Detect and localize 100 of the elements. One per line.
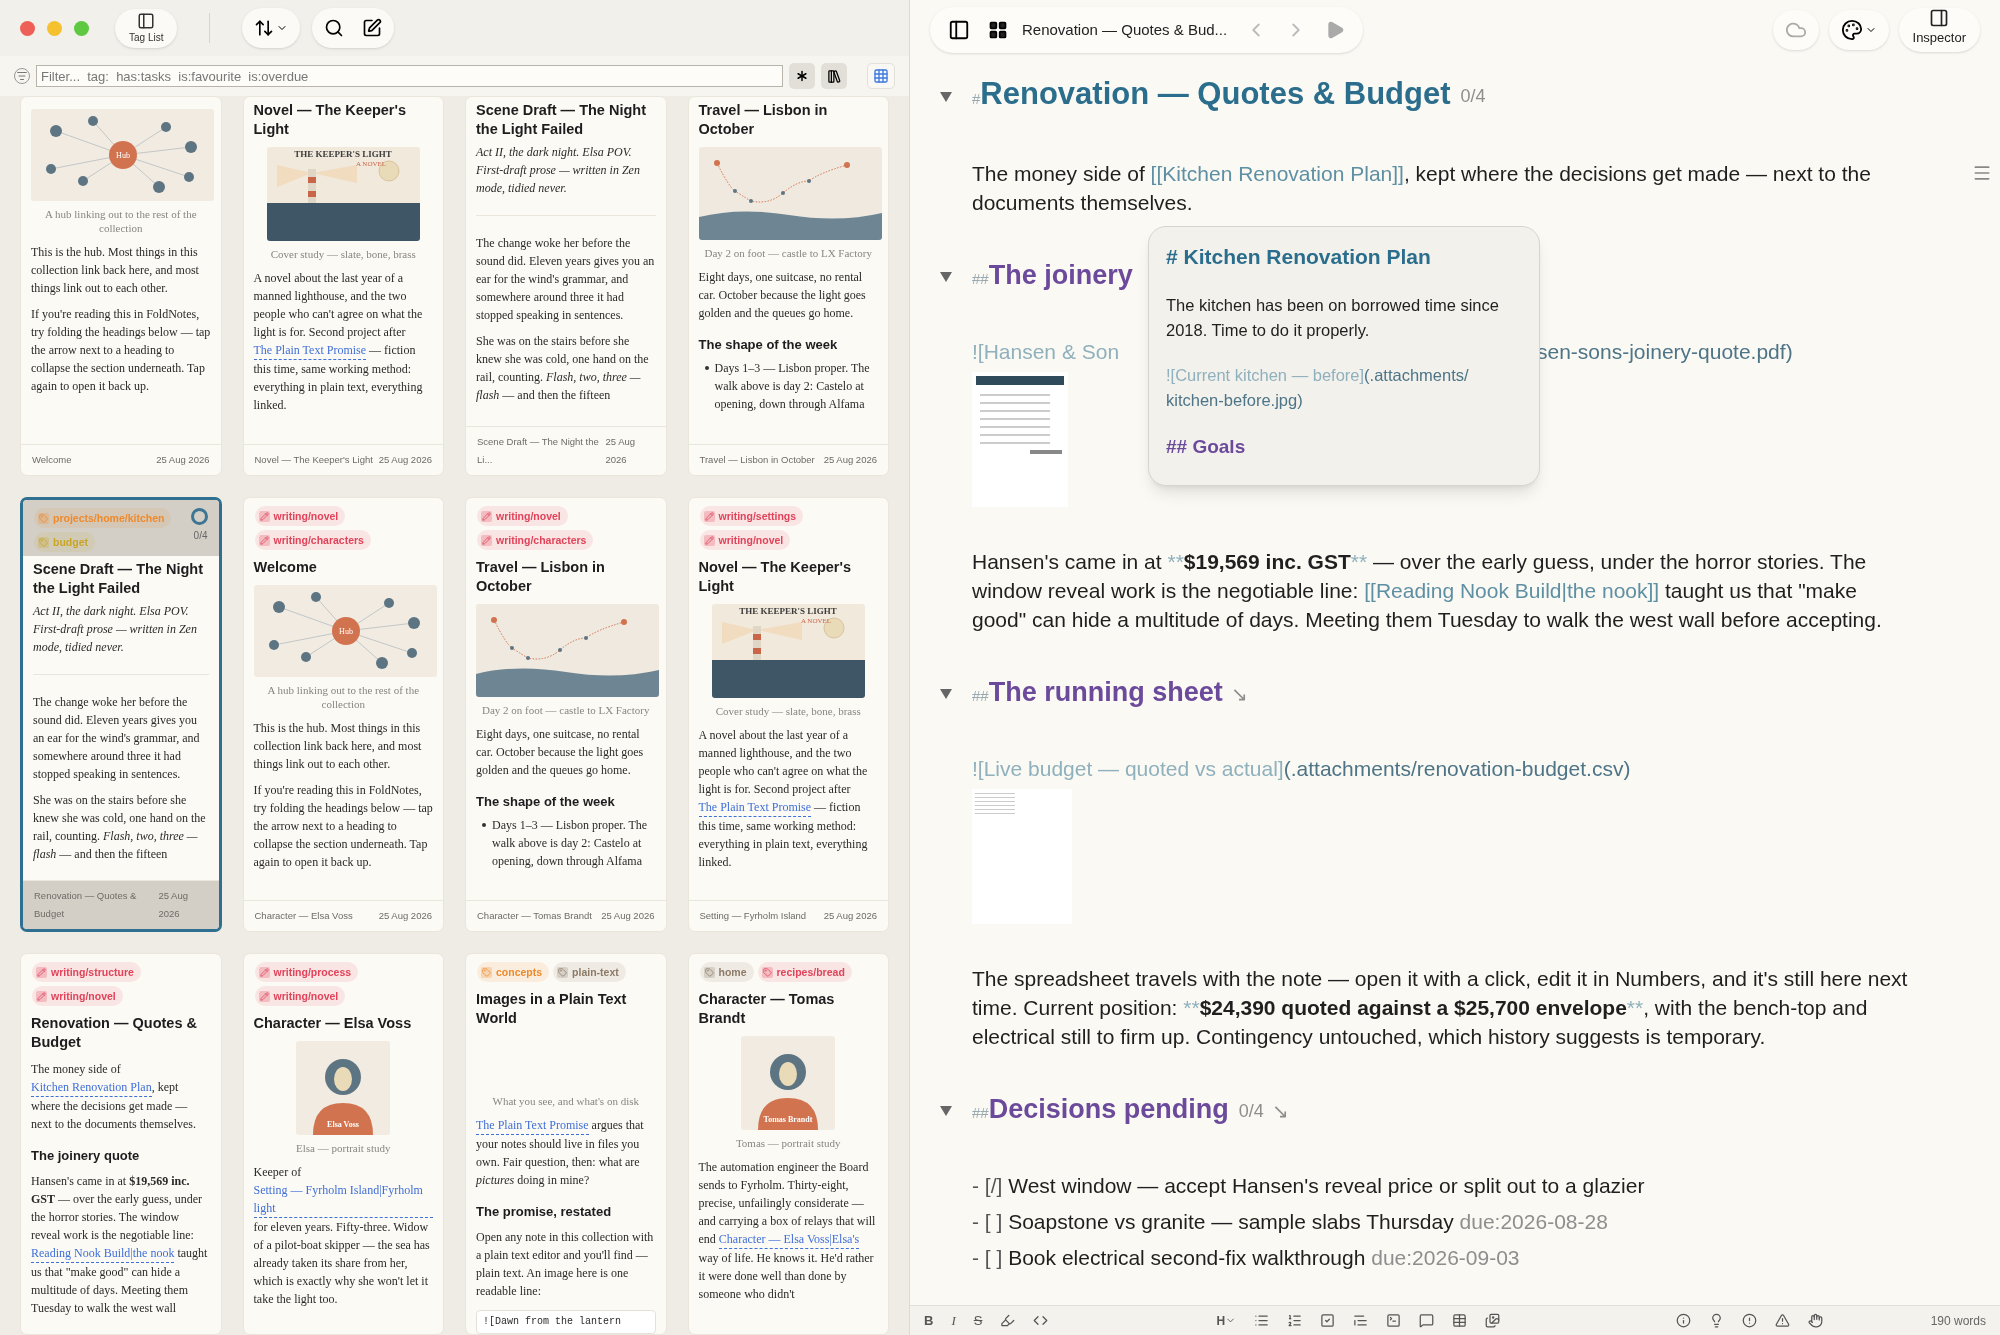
heading-button[interactable]: H	[1216, 1311, 1237, 1330]
bullet-item: Days 1–3 — Lisbon proper. The walk above is day 2: Castelo at opening, down through Alfama	[714, 360, 871, 413]
italic-button[interactable]: I	[951, 1310, 956, 1331]
grid-icon[interactable]	[988, 20, 1008, 40]
note-paragraph: This is the hub. Most things in this collection link back here, and most things link out to each other.	[31, 244, 200, 297]
filter-field[interactable]: Filter... tag: has:tasks is:favourite is:overdue	[36, 65, 783, 87]
image-embed-link[interactable]: ![Live budget — quoted vs actual](.attachments/renovation-budget.csv)	[972, 754, 2000, 783]
tag-chip[interactable]: plain-text	[553, 962, 626, 982]
checkbox-icon[interactable]	[1320, 1313, 1336, 1328]
tag-chip[interactable]: recipes/bread	[757, 962, 852, 982]
wiki-link[interactable]: [[Kitchen Renovation Plan]]	[1150, 162, 1404, 185]
bullet-item: Days 1–3 — Lisbon proper. The walk above is day 2: Castelo at opening, down through Alfama	[492, 817, 649, 870]
note-paragraph: The change woke her before the sound did. Eleven years gives you an ear for the wind's grammar, and somewhere around three it had stopped speaking in sentences.	[33, 694, 201, 783]
note-paragraph: The change woke her before the sound did. Eleven years gives you an ear for the wind's grammar, and somewhere around three it had stopped speaking in sentences.	[476, 235, 656, 324]
warning-icon[interactable]	[1774, 1313, 1790, 1328]
note-link[interactable]: The Plain Text Promise	[253, 341, 367, 360]
code-icon[interactable]	[1033, 1313, 1049, 1328]
task-item[interactable]: - [ ] Soapstone vs granite — sample slabs Thursday due:2026-08-28	[972, 1207, 2000, 1236]
note-link[interactable]: Kitchen Renovation Plan	[31, 1078, 152, 1097]
bold-button[interactable]: B	[924, 1310, 934, 1331]
highlighter-icon[interactable]	[1000, 1313, 1016, 1328]
document-thumbnail[interactable]	[972, 372, 1068, 507]
card-title: Scene Draft — The Night the Light Failed	[476, 101, 647, 139]
sort-button[interactable]	[242, 8, 301, 48]
spreadsheet-thumbnail[interactable]	[972, 789, 1072, 924]
terminal-icon[interactable]	[1386, 1313, 1402, 1328]
note-paragraph: The money side of Kitchen Renovation Plan, kept where the decisions get made — next to the documents themselves.	[31, 1061, 197, 1133]
grid-view-button[interactable]	[867, 63, 895, 89]
menu-icon[interactable]	[1972, 163, 1992, 183]
wiki-link[interactable]: [[Reading Nook Build|the nook]]	[1364, 579, 1660, 602]
card-footer-note: Renovation — Quotes & Budget	[34, 889, 138, 921]
note-link[interactable]: Reading Nook Build|the nook	[31, 1244, 175, 1263]
note-paragraph: A novel about the last year of a manned lighthouse, and the two people who can't agree on what the light is for. Second project after The Plain Text Promise — fiction this time, same working method: everything in plain text, everything linked.	[698, 727, 869, 871]
search-icon[interactable]	[324, 18, 345, 38]
tag-chip[interactable]: writing/novel	[477, 506, 568, 526]
tag-chip[interactable]: writing/characters	[477, 530, 594, 550]
tag-chip[interactable]: writing/characters	[254, 530, 371, 550]
note-link[interactable]: Setting — Fyrholm Island|Fyrholm light	[253, 1181, 433, 1218]
jump-arrow[interactable]: ↘	[1230, 679, 1248, 709]
table-icon[interactable]	[1452, 1313, 1468, 1328]
comment-icon[interactable]	[1419, 1313, 1435, 1328]
theme-button[interactable]	[1828, 10, 1889, 50]
editor-paragraph: Hansen's came in at **$19,569 inc. GST** — over the early guess, under the horror stories. The window reveal work is the negotiable line: [[Reading Nook Build|the nook]] taught us that "make good" can hide a multitude of days. Meeting them Tuesday to walk the west wall before accepting.	[972, 549, 1883, 633]
section-heading: #Renovation — Quotes & Budget	[972, 75, 1451, 113]
library-button[interactable]	[821, 63, 847, 89]
task-item[interactable]: - [ ] Book electrical second-fix walkthrough due:2026-09-03	[972, 1243, 2000, 1272]
compose-icon[interactable]	[362, 18, 383, 38]
asterisk-button[interactable]	[789, 63, 815, 89]
note-link[interactable]: Character — Elsa Voss|Elsa's	[718, 1230, 860, 1249]
card-footer-date: 25 Aug 2026	[605, 435, 637, 467]
portrait-label: Tomas Brandt	[763, 1115, 813, 1124]
card-footer-note: Character — Tomas Brandt	[477, 909, 592, 923]
disclosure-triangle-icon[interactable]	[940, 91, 952, 102]
jump-arrow[interactable]: ↘	[1271, 1096, 1289, 1126]
bullet-list-icon[interactable]	[1254, 1313, 1270, 1328]
image-embed-path[interactable]: sen-sons-joinery-quote.pdf)	[1537, 337, 1793, 366]
close-window-button[interactable]	[20, 20, 35, 36]
popover-text: The kitchen has been on borrowed time since 2018. Time to do it properly.	[1166, 294, 1500, 341]
task-count: 0/4	[1238, 1099, 1264, 1123]
tag-chip[interactable]: writing/structure	[32, 962, 141, 982]
tag-chip[interactable]: concepts	[477, 962, 550, 982]
note-link[interactable]: The Plain Text Promise	[476, 1116, 589, 1135]
sort-icon	[254, 18, 275, 38]
note-link[interactable]: The Plain Text Promise	[698, 798, 812, 817]
quote-icon[interactable]	[1353, 1313, 1369, 1328]
card-title: Travel — Lisbon in October	[476, 558, 606, 596]
card-footer-date: 25 Aug 2026	[823, 909, 877, 923]
disclosure-triangle-icon[interactable]	[940, 1106, 952, 1116]
alert-icon[interactable]	[1741, 1313, 1757, 1328]
sidebar-icon[interactable]	[948, 19, 970, 41]
cover-title: THE KEEPER'S LIGHT	[294, 149, 392, 159]
popover-heading: ## Goals	[1166, 434, 1247, 459]
tag-chip[interactable]: writing/novel	[32, 986, 123, 1006]
disclosure-triangle-icon[interactable]	[940, 689, 952, 699]
card-footer-note: Travel — Lisbon in October	[699, 453, 815, 467]
info-icon[interactable]	[1675, 1313, 1691, 1328]
tag-chip[interactable]: writing/novel	[254, 986, 346, 1006]
inspector-button[interactable]: Inspector	[1898, 8, 1980, 52]
tag-chip[interactable]: writing/settings	[699, 506, 804, 526]
tag-chip[interactable]: writing/novel	[699, 530, 791, 550]
card-footer-date: 25 Aug 2026	[378, 453, 432, 467]
word-count: 190 words	[1930, 1312, 1986, 1330]
numbered-list-icon[interactable]	[1287, 1313, 1303, 1328]
strikethrough-button[interactable]: S	[973, 1310, 983, 1331]
section-heading: ##The running sheet	[972, 676, 1223, 709]
tag-icon	[38, 512, 49, 524]
tag-chip[interactable]: home	[699, 962, 754, 982]
editor-paragraph: The spreadsheet travels with the note — open it with a click, edit it in Numbers, and it's still here next time. Current position: **$24,390 quoted against a $25,700 envelope**, with the bench-top and electrical still to firm up. Contingency untouched, which history suggests is temporary.	[972, 966, 1909, 1050]
task-item[interactable]: - [/] West window — accept Hansen's reveal price or split out to a glazier	[972, 1171, 2000, 1200]
card-footer-date: 25 Aug 2026	[378, 909, 432, 923]
tag-chip[interactable]: writing/process	[254, 962, 359, 982]
note-paragraph: If you're reading this in FoldNotes, try folding the headings below — tap the arrow next to a heading to collapse the section underneath. Tap again to open it back up.	[31, 306, 211, 395]
tag-chip[interactable]: writing/novel	[254, 506, 346, 526]
image-embed-link[interactable]: ![Current kitchen — before](.attachments/ kitchen-before.jpg)	[1166, 362, 1522, 413]
disclosure-triangle-icon[interactable]	[940, 272, 952, 282]
image-caption: Tomas — portrait study	[734, 1136, 842, 1150]
hand-icon[interactable]	[1807, 1313, 1823, 1328]
tag-list-button[interactable]: Tag List	[115, 8, 178, 48]
note-lead: Act II, the dark night. Elsa POV. First-draft prose — written in Zen mode, tidied never.	[476, 144, 641, 197]
images-icon[interactable]	[1485, 1313, 1501, 1328]
